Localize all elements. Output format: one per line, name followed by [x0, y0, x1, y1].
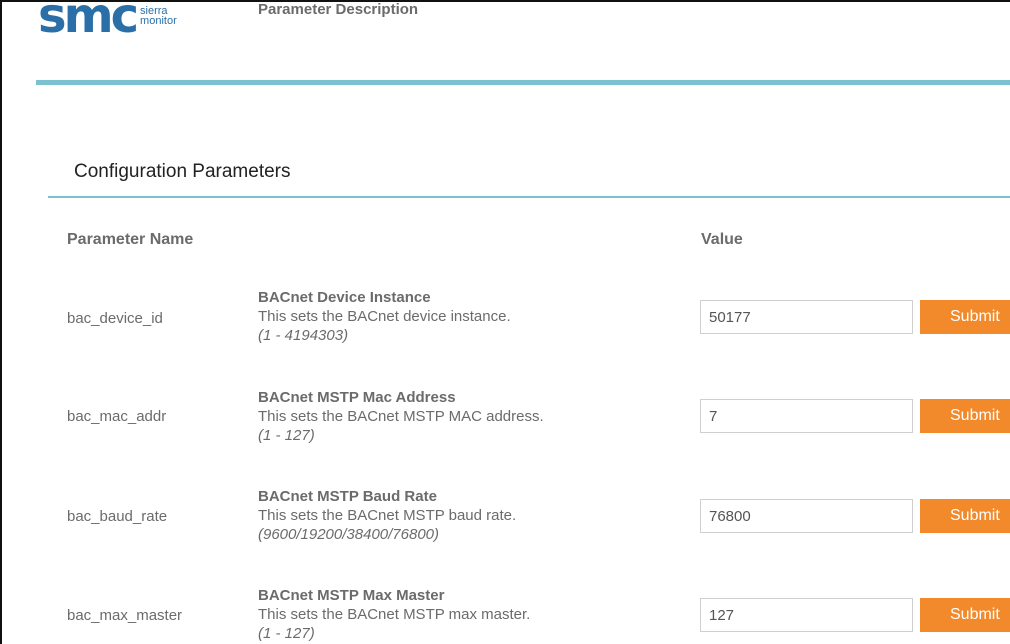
table-row: bac_device_id BACnet Device Instance Thi…: [0, 288, 1010, 368]
submit-button-bac-baud-rate[interactable]: Submit: [920, 499, 1010, 533]
description-text: This sets the BACnet device instance.: [258, 308, 511, 325]
description-range: (1 - 127): [258, 625, 315, 642]
header-divider: [36, 80, 1010, 85]
parameter-description: BACnet MSTP Baud Rate This sets the BACn…: [258, 487, 516, 544]
description-title: BACnet MSTP Baud Rate: [258, 488, 437, 505]
table-row: bac_max_master BACnet MSTP Max Master Th…: [0, 586, 1010, 644]
description-title: BACnet MSTP Mac Address: [258, 389, 456, 406]
config-page: smc sierra monitor Configuration Paramet…: [0, 0, 1010, 644]
description-title: BACnet MSTP Max Master: [258, 587, 445, 604]
smc-logo: smc sierra monitor: [38, 0, 177, 38]
logo-subtext: sierra monitor: [140, 6, 177, 27]
column-header-value: Value: [701, 231, 743, 248]
logo-line-monitor: monitor: [140, 15, 177, 27]
submit-button-bac-max-master[interactable]: Submit: [920, 598, 1010, 632]
table-row: bac_baud_rate BACnet MSTP Baud Rate This…: [0, 487, 1010, 567]
submit-button-bac-mac-addr[interactable]: Submit: [920, 399, 1010, 433]
column-header-description: Parameter Description: [258, 1, 419, 18]
description-range: (1 - 127): [258, 427, 315, 444]
column-header-name: Parameter Name: [67, 231, 194, 248]
parameter-name: bac_max_master: [67, 607, 183, 624]
description-range: (1 - 4194303): [258, 327, 349, 344]
value-input-bac-device-id[interactable]: [700, 300, 913, 334]
logo-mark: smc: [38, 0, 137, 38]
parameter-name: bac_mac_addr: [67, 408, 167, 425]
value-input-bac-mac-addr[interactable]: [700, 399, 913, 433]
description-text: This sets the BACnet MSTP baud rate.: [258, 507, 517, 524]
parameter-description: BACnet MSTP Mac Address This sets the BA…: [258, 388, 544, 445]
description-range: (9600/19200/38400/76800): [258, 526, 439, 543]
description-text: This sets the BACnet MSTP MAC address.: [258, 408, 544, 425]
description-text: This sets the BACnet MSTP max master.: [258, 606, 531, 623]
value-input-bac-max-master[interactable]: [700, 598, 913, 632]
description-title: BACnet Device Instance: [258, 289, 431, 306]
section-divider: [48, 196, 1010, 198]
parameter-description: BACnet Device Instance This sets the BAC…: [258, 288, 511, 345]
submit-button-bac-device-id[interactable]: Submit: [920, 300, 1010, 334]
table-row: bac_mac_addr BACnet MSTP Mac Address Thi…: [0, 388, 1010, 468]
parameter-name: bac_baud_rate: [67, 508, 168, 525]
parameter-name: bac_device_id: [67, 310, 163, 327]
parameter-description: BACnet MSTP Max Master This sets the BAC…: [258, 586, 530, 643]
section-title: Configuration Parameters: [74, 161, 291, 182]
value-input-bac-baud-rate[interactable]: [700, 499, 913, 533]
